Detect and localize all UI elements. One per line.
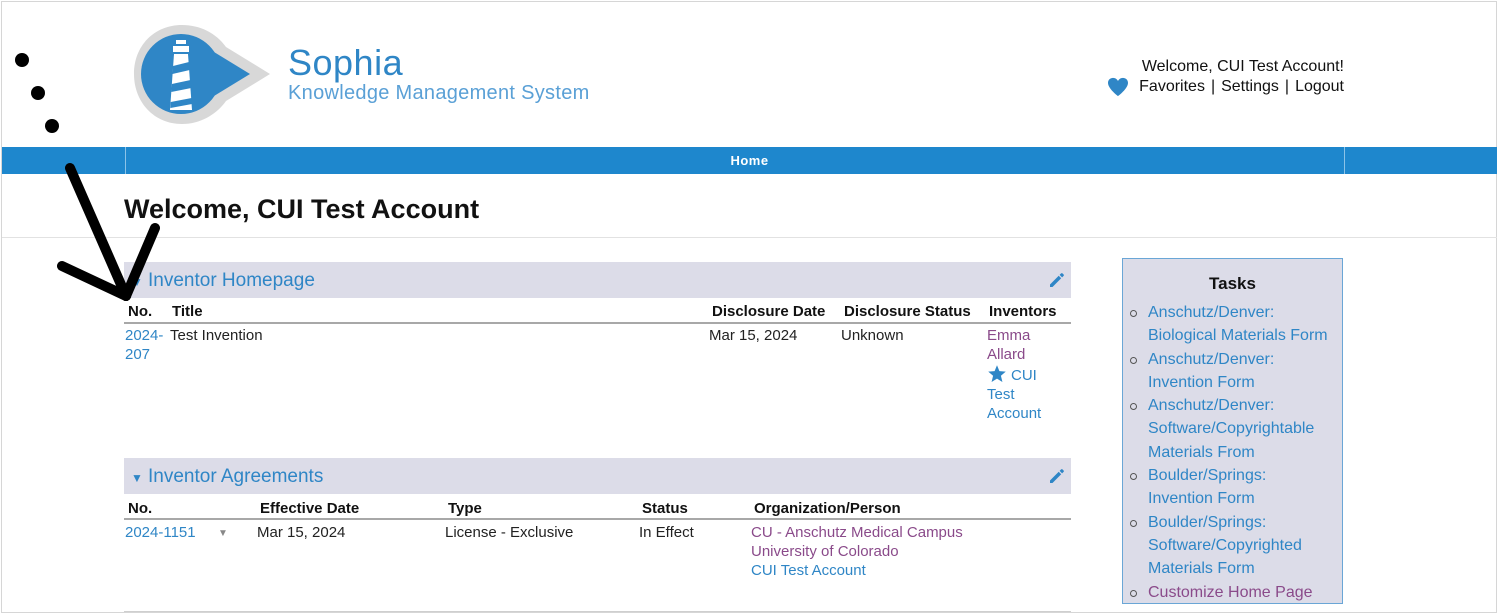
column-header-no[interactable]: No. <box>128 500 152 517</box>
link-separator: | <box>1284 78 1290 95</box>
tasks-title: Tasks <box>1209 274 1256 293</box>
column-header-type[interactable]: Type <box>448 500 482 517</box>
triangle-down-icon[interactable]: ▼ <box>131 471 143 485</box>
favorites-link[interactable]: Favorites <box>1139 78 1205 96</box>
column-header-disclosure-date[interactable]: Disclosure Date <box>712 303 825 320</box>
tasks-panel: Tasks Anschutz/Denver: Biological Materi… <box>1122 258 1343 604</box>
pencil-icon[interactable] <box>1047 270 1067 290</box>
star-icon <box>988 365 1006 382</box>
effective-date: Mar 15, 2024 <box>257 524 346 541</box>
settings-link[interactable]: Settings <box>1221 78 1279 96</box>
task-item-customize-home-page[interactable]: Customize Home Page <box>1129 581 1341 604</box>
column-header-effective-date[interactable]: Effective Date <box>260 500 359 517</box>
agreement-type: License - Exclusive <box>445 524 574 541</box>
column-header-inventors[interactable]: Inventors <box>989 303 1057 320</box>
divider <box>2 237 1497 238</box>
agreement-number-link[interactable]: 2024-1151 <box>125 523 196 542</box>
table-header-rule <box>124 322 1071 324</box>
column-header-title[interactable]: Title <box>172 303 203 320</box>
bullet-icon <box>1130 589 1137 597</box>
person-link-cui-test-account[interactable]: CUI Test Account <box>751 561 963 580</box>
task-item[interactable]: Boulder/Springs: Invention Form <box>1129 464 1341 511</box>
link-separator: | <box>1210 78 1216 95</box>
column-header-status[interactable]: Status <box>642 500 688 517</box>
org-link-university[interactable]: University of Colorado <box>751 542 963 561</box>
bullet-icon <box>1130 519 1137 527</box>
org-link-anschutz[interactable]: CU - Anschutz Medical Campus <box>751 523 963 542</box>
invention-number-link[interactable]: 2024- 207 <box>125 326 163 364</box>
task-item[interactable]: Anschutz/Denver: Invention Form <box>1129 348 1341 395</box>
bullet-icon <box>1130 473 1137 481</box>
pencil-icon[interactable] <box>1047 466 1067 486</box>
inventor-homepage-header[interactable]: ▼ Inventor Homepage <box>124 262 1071 298</box>
page-title: Welcome, CUI Test Account <box>124 194 480 224</box>
task-item[interactable]: Boulder/Springs: Software/Copyrighted Ma… <box>1129 511 1341 581</box>
section-title: Inventor Homepage <box>148 270 315 291</box>
disclosure-date: Mar 15, 2024 <box>709 327 798 344</box>
invention-title: Test Invention <box>170 327 263 344</box>
chevron-down-icon[interactable]: ▼ <box>218 528 228 539</box>
column-header-no[interactable]: No. <box>128 303 152 320</box>
tasks-list: Anschutz/Denver: Biological Materials Fo… <box>1129 301 1341 604</box>
sophia-logo[interactable] <box>132 22 272 133</box>
inventor-link-emma-allard[interactable]: Emma Allard <box>987 326 1030 364</box>
disclosure-status: Unknown <box>841 327 904 344</box>
section-bottom-rule <box>124 611 1071 612</box>
task-item[interactable]: Anschutz/Denver: Software/Copyrightable … <box>1129 394 1341 464</box>
bullet-icon <box>1130 403 1137 411</box>
bullet-icon <box>1130 310 1137 317</box>
lighthouse-logo-icon <box>134 25 270 124</box>
column-header-disclosure-status[interactable]: Disclosure Status <box>844 303 971 320</box>
triangle-down-icon[interactable]: ▼ <box>131 275 143 289</box>
organization-person: CU - Anschutz Medical Campus University … <box>751 523 963 580</box>
bullet-icon <box>1130 356 1137 364</box>
brand-title: Sophia <box>288 42 404 83</box>
table-header-rule <box>124 518 1071 520</box>
logout-link[interactable]: Logout <box>1295 78 1344 96</box>
agreement-status: In Effect <box>639 524 694 541</box>
heart-icon[interactable] <box>1107 77 1129 97</box>
section-title: Inventor Agreements <box>148 466 324 487</box>
nav-bar: Home <box>2 147 1497 174</box>
inventor-agreements-header[interactable]: ▼ Inventor Agreements <box>124 458 1071 494</box>
user-links: Favorites | Settings | Logout <box>1107 77 1344 97</box>
welcome-user-text: Welcome, CUI Test Account! <box>1141 58 1344 75</box>
column-header-organization-person[interactable]: Organization/Person <box>754 500 901 517</box>
inventor-link-cui-test-account[interactable]: CUI Test Account <box>987 364 1041 423</box>
brand-subtitle: Knowledge Management System <box>288 82 590 104</box>
nav-home-tab[interactable]: Home <box>2 153 1497 168</box>
task-item[interactable]: Anschutz/Denver: Biological Materials Fo… <box>1129 301 1341 348</box>
